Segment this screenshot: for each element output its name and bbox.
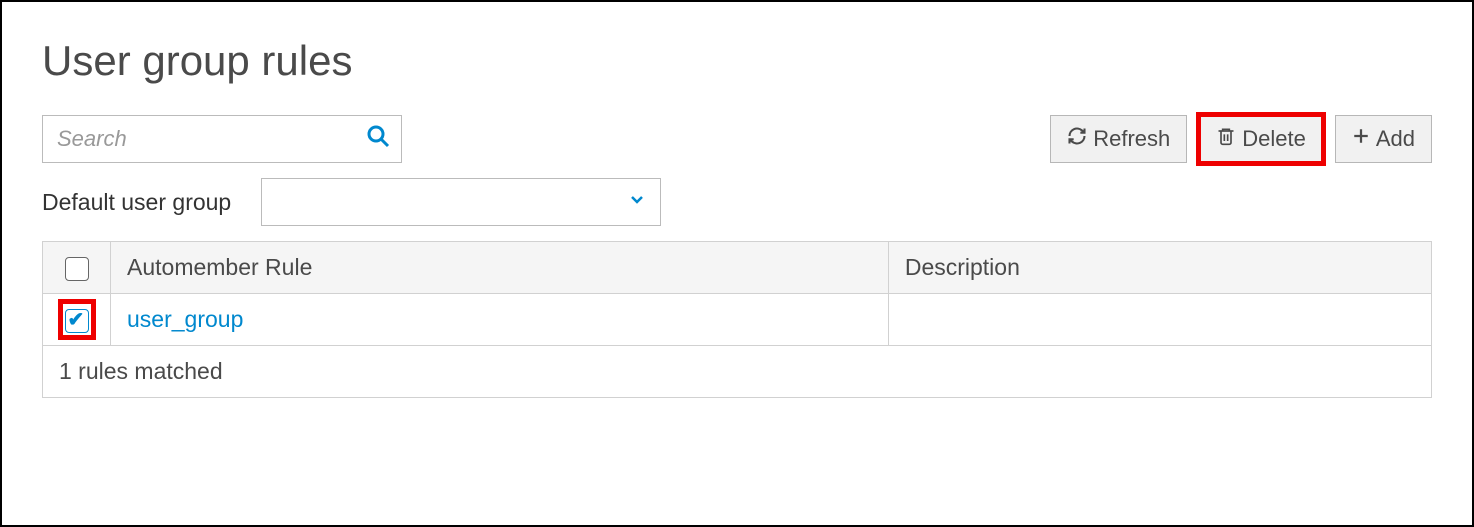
delete-button[interactable]: Delete: [1199, 115, 1323, 163]
toolbar: Refresh Delete Add: [42, 115, 1432, 163]
search-icon[interactable]: [366, 124, 390, 154]
select-all-checkbox[interactable]: [65, 257, 89, 281]
action-buttons: Refresh Delete Add: [1050, 115, 1432, 163]
rules-table: Automember Rule Description user_group 1…: [42, 241, 1432, 398]
default-group-select[interactable]: [261, 178, 661, 226]
row-checkbox-highlight: [63, 304, 91, 335]
default-group-row: Default user group: [42, 178, 1432, 226]
refresh-label: Refresh: [1093, 126, 1170, 152]
table-row: user_group: [43, 294, 1432, 346]
rules-matched-label: 1 rules matched: [43, 346, 1432, 398]
description-header: Description: [888, 242, 1431, 294]
refresh-icon: [1067, 126, 1087, 152]
table-footer-row: 1 rules matched: [43, 346, 1432, 398]
page-title: User group rules: [42, 37, 1432, 85]
row-rule-cell: user_group: [111, 294, 889, 346]
search-wrapper: [42, 115, 402, 163]
row-description-cell: [888, 294, 1431, 346]
refresh-button[interactable]: Refresh: [1050, 115, 1187, 163]
rule-header: Automember Rule: [111, 242, 889, 294]
default-group-label: Default user group: [42, 189, 231, 216]
rule-link[interactable]: user_group: [127, 306, 243, 332]
trash-icon: [1216, 126, 1236, 152]
delete-label: Delete: [1242, 126, 1306, 152]
default-group-select-wrapper: [261, 178, 661, 226]
select-all-header: [43, 242, 111, 294]
add-label: Add: [1376, 126, 1415, 152]
search-input[interactable]: [42, 115, 402, 163]
row-checkbox-cell: [43, 294, 111, 346]
plus-icon: [1352, 127, 1370, 151]
table-header-row: Automember Rule Description: [43, 242, 1432, 294]
row-checkbox[interactable]: [65, 309, 89, 333]
add-button[interactable]: Add: [1335, 115, 1432, 163]
